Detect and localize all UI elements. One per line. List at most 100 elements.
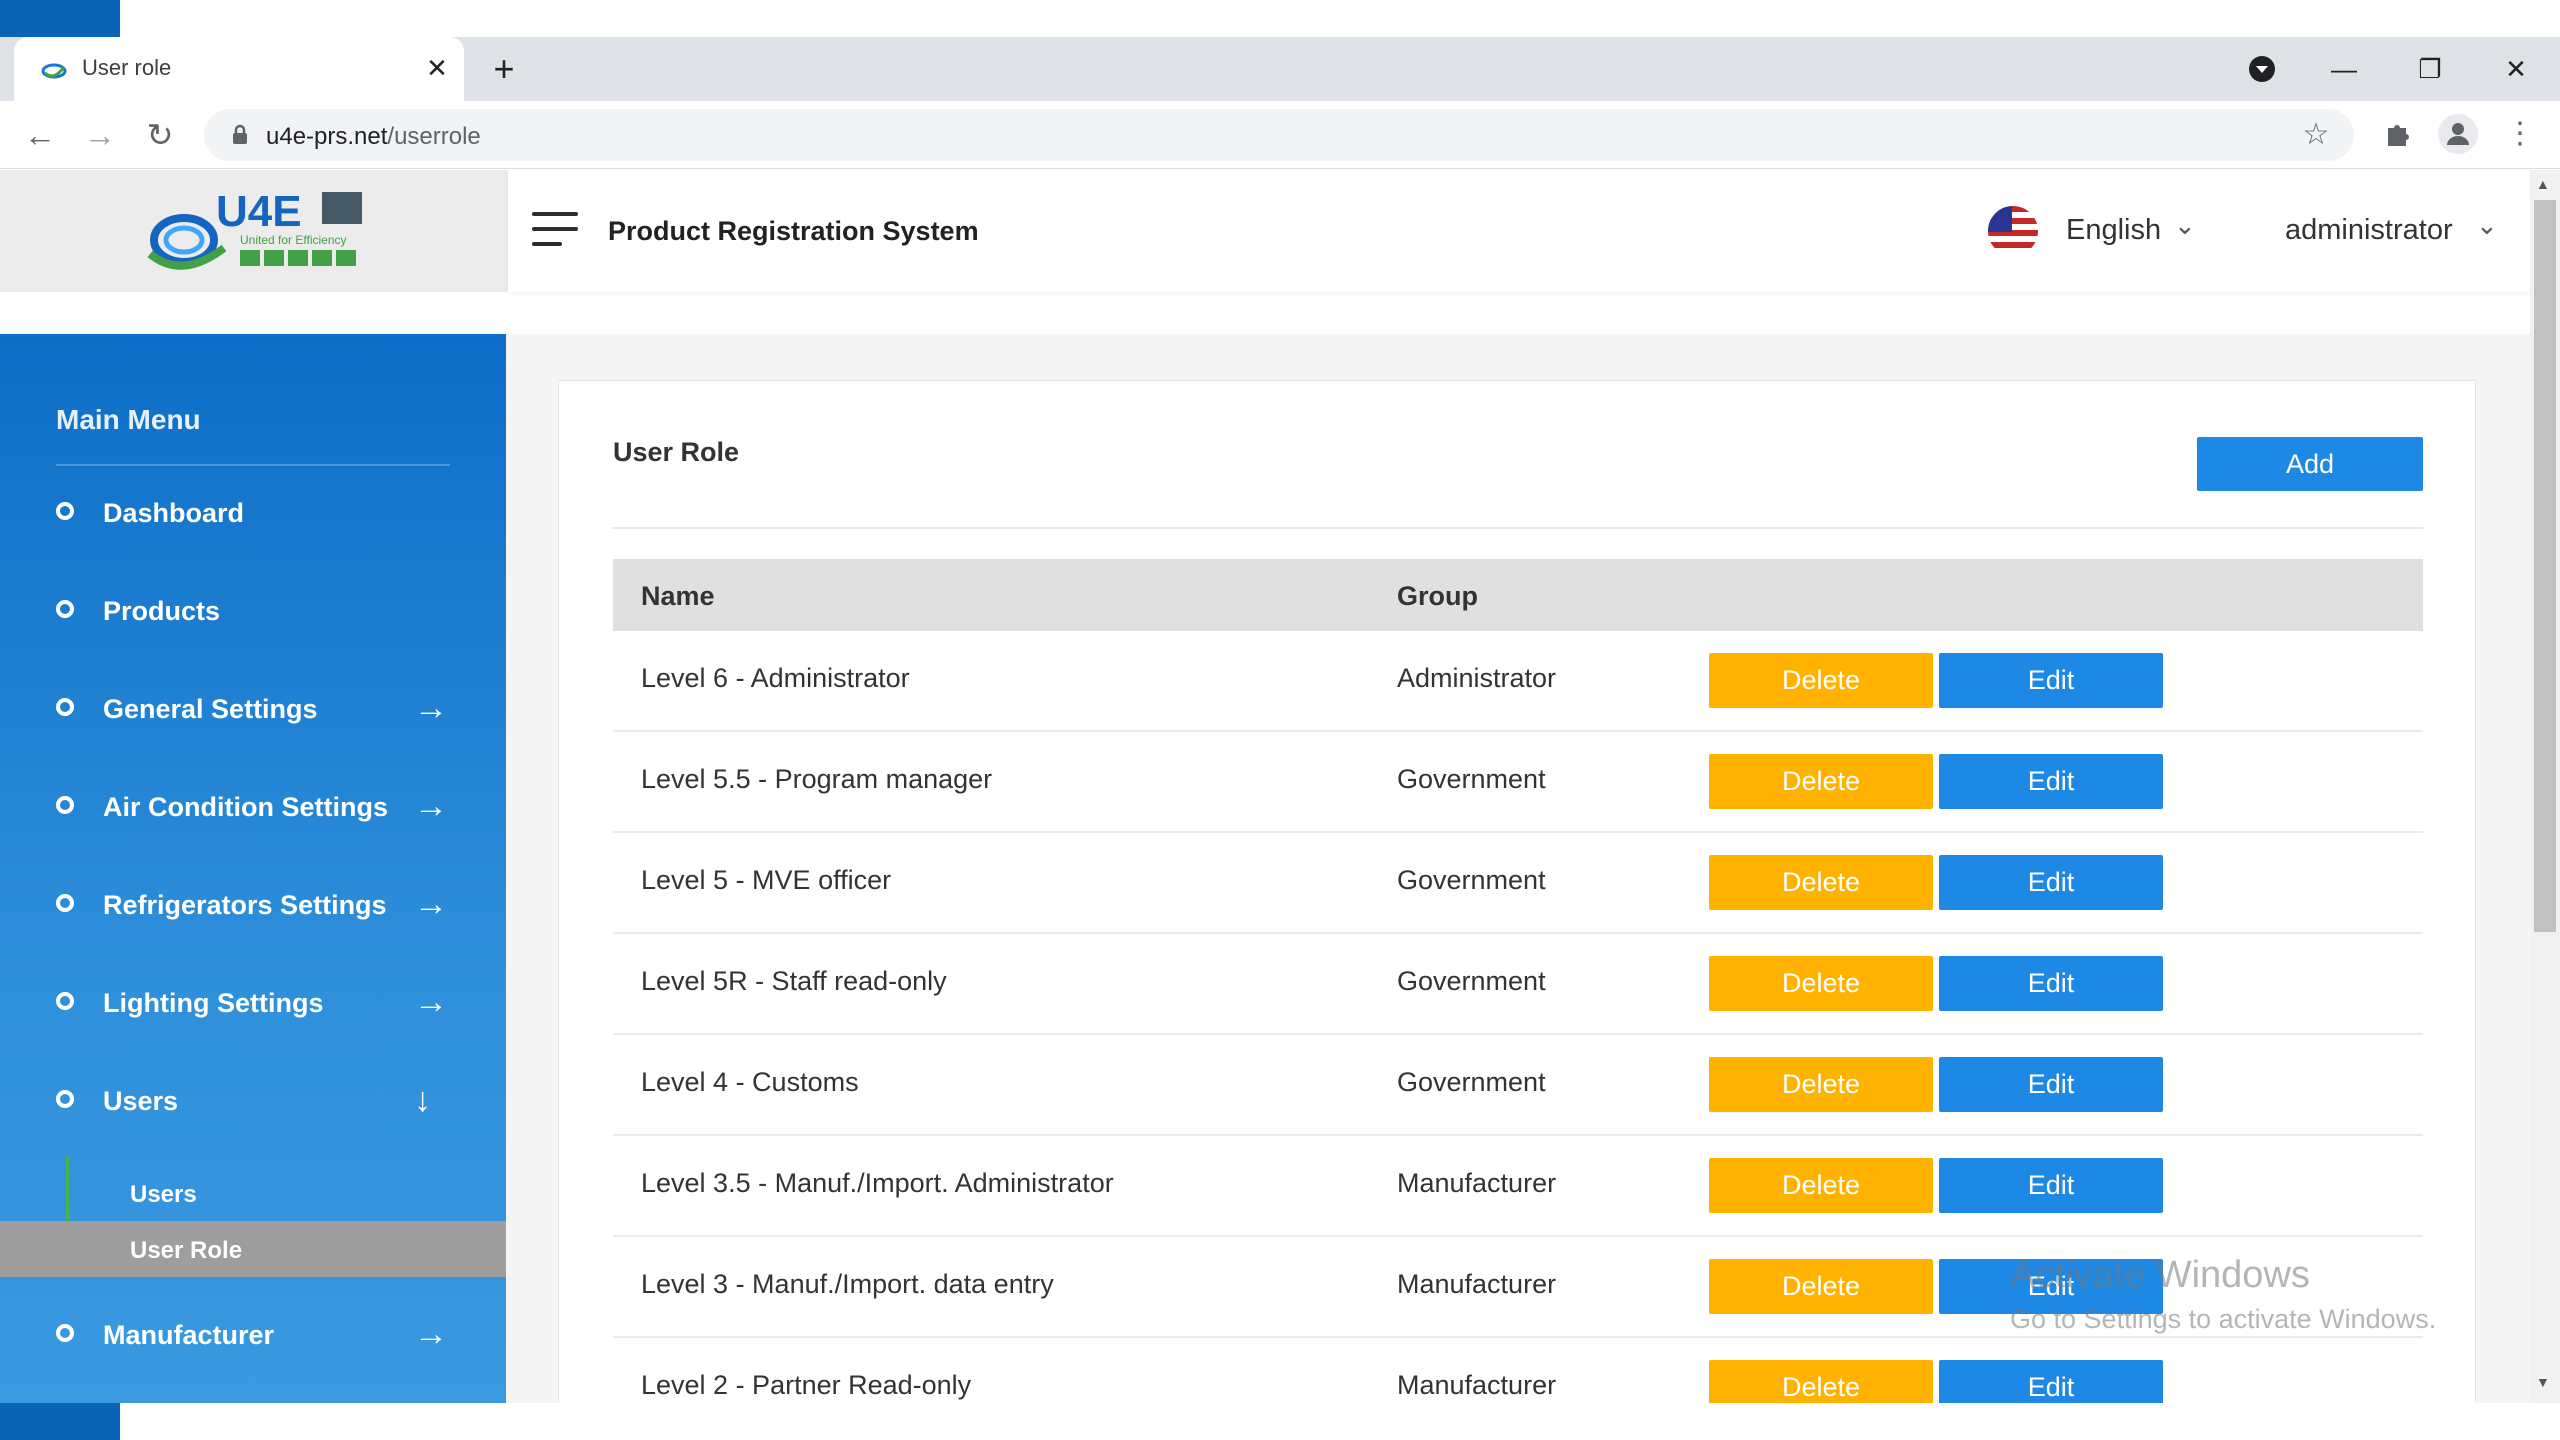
delete-button[interactable]: Delete bbox=[1709, 1057, 1933, 1112]
table-row: Level 5 - MVE officer Government Delete … bbox=[613, 833, 2423, 934]
sidebar-item-label: General Settings bbox=[103, 694, 318, 724]
forward-icon[interactable]: → bbox=[80, 115, 120, 155]
role-group: Administrator bbox=[1397, 663, 1557, 693]
minimize-icon[interactable]: — bbox=[2322, 49, 2366, 89]
role-name: Level 6 - Administrator bbox=[641, 663, 910, 693]
scroll-down-icon[interactable]: ▼ bbox=[2536, 1374, 2550, 1390]
lock-icon bbox=[233, 124, 247, 144]
edit-button[interactable]: Edit bbox=[1939, 754, 2163, 809]
arrow-down-icon: ↓ bbox=[414, 1081, 431, 1119]
arrow-right-icon: → bbox=[414, 787, 448, 825]
edit-button[interactable]: Edit bbox=[1939, 956, 2163, 1011]
bullet-icon bbox=[56, 992, 74, 1010]
sidebar-subitem-label: Users bbox=[130, 1181, 197, 1208]
logo-text: U4E bbox=[216, 187, 302, 236]
logo-area: U4E United for Efficiency bbox=[0, 170, 508, 292]
column-header-name: Name bbox=[641, 581, 715, 611]
activate-windows-watermark: Activate Windows bbox=[2010, 1254, 2310, 1296]
role-group: Government bbox=[1397, 764, 1546, 794]
delete-button[interactable]: Delete bbox=[1709, 1158, 1933, 1213]
close-window-icon[interactable]: ✕ bbox=[2494, 49, 2538, 89]
back-icon[interactable]: ← bbox=[20, 115, 60, 155]
bullet-icon bbox=[56, 1324, 74, 1342]
browser-tab-strip: User role ✕ + — ❐ ✕ bbox=[0, 37, 2560, 101]
app-header: Product Registration System English ⌄ ad… bbox=[508, 170, 2530, 292]
language-selector[interactable]: English bbox=[2066, 214, 2161, 247]
sidebar-item-air-condition-settings[interactable]: Air Condition Settings → bbox=[0, 759, 506, 857]
scroll-up-icon[interactable]: ▲ bbox=[2536, 176, 2550, 192]
role-group: Government bbox=[1397, 865, 1546, 895]
new-tab-icon[interactable]: + bbox=[484, 49, 524, 89]
u4e-logo[interactable]: U4E United for Efficiency bbox=[142, 184, 372, 284]
sidebar-item-lighting-settings[interactable]: Lighting Settings → bbox=[0, 955, 506, 1053]
scrollbar-thumb[interactable] bbox=[2534, 200, 2556, 932]
sidebar-subitem-label: User Role bbox=[130, 1237, 243, 1264]
edit-button[interactable]: Edit bbox=[1939, 1057, 2163, 1112]
hamburger-menu-icon[interactable] bbox=[532, 212, 578, 250]
bullet-icon bbox=[56, 796, 74, 814]
delete-button[interactable]: Delete bbox=[1709, 653, 1933, 708]
address-bar[interactable]: u4e-prs.net/userrole ☆ bbox=[204, 109, 2354, 161]
delete-button[interactable]: Delete bbox=[1709, 956, 1933, 1011]
arrow-right-icon: → bbox=[414, 983, 448, 1021]
delete-button[interactable]: Delete bbox=[1709, 754, 1933, 809]
reload-icon[interactable]: ↻ bbox=[140, 115, 180, 155]
bullet-icon bbox=[56, 502, 74, 520]
page-title: User Role bbox=[613, 437, 740, 467]
sidebar-item-refrigerators-settings[interactable]: Refrigerators Settings → bbox=[0, 857, 506, 955]
add-button[interactable]: Add bbox=[2197, 437, 2423, 491]
edit-button[interactable]: Edit bbox=[1939, 653, 2163, 708]
sidebar-subitem-user-role[interactable]: User Role bbox=[0, 1221, 506, 1277]
edit-button[interactable]: Edit bbox=[1939, 1360, 2163, 1403]
arrow-right-icon: → bbox=[414, 689, 448, 727]
corner-decoration bbox=[0, 1403, 120, 1440]
delete-button[interactable]: Delete bbox=[1709, 1259, 1933, 1314]
chevron-down-icon[interactable]: ⌄ bbox=[2476, 210, 2498, 241]
edit-button[interactable]: Edit bbox=[1939, 855, 2163, 910]
arrow-right-icon: → bbox=[414, 1315, 448, 1353]
restore-icon[interactable]: ❐ bbox=[2408, 49, 2452, 89]
sidebar-item-label: Dashboard bbox=[103, 498, 245, 528]
sidebar-item-dashboard[interactable]: Dashboard bbox=[0, 465, 506, 563]
sidebar-item-users[interactable]: Users ↓ bbox=[0, 1053, 506, 1151]
edit-button[interactable]: Edit bbox=[1939, 1158, 2163, 1213]
url-text: u4e-prs.net/userrole bbox=[266, 123, 481, 150]
browser-menu-icon[interactable]: ⋮ bbox=[2500, 114, 2540, 154]
bullet-icon bbox=[56, 894, 74, 912]
app-title: Product Registration System bbox=[608, 216, 979, 246]
sidebar-item-label: Air Condition Settings bbox=[103, 792, 388, 822]
browser-toolbar: ← → ↻ u4e-prs.net/userrole ☆ bbox=[0, 101, 2560, 169]
table-row: Level 5.5 - Program manager Government D… bbox=[613, 732, 2423, 833]
sidebar-item-general-settings[interactable]: General Settings → bbox=[0, 661, 506, 759]
user-menu[interactable]: administrator bbox=[2285, 214, 2453, 247]
role-group: Government bbox=[1397, 1067, 1546, 1097]
tab-title: User role bbox=[82, 55, 172, 80]
browser-tab[interactable]: User role ✕ bbox=[14, 37, 464, 101]
role-name: Level 3.5 - Manuf./Import. Administrator bbox=[641, 1168, 1114, 1198]
user-role-card: User Role Add Name Group Level 6 - Admin… bbox=[558, 380, 2476, 1403]
role-group: Government bbox=[1397, 966, 1546, 996]
tab-search-icon[interactable] bbox=[2240, 49, 2284, 89]
delete-button[interactable]: Delete bbox=[1709, 1360, 1933, 1403]
extensions-puzzle-icon[interactable] bbox=[2378, 114, 2418, 154]
bookmark-star-icon[interactable]: ☆ bbox=[2298, 117, 2334, 153]
sidebar-item-manufacturer[interactable]: Manufacturer → bbox=[0, 1287, 506, 1385]
bullet-icon bbox=[56, 698, 74, 716]
role-group: Manufacturer bbox=[1397, 1370, 1557, 1400]
sidebar-subitem-users[interactable]: Users bbox=[0, 1165, 506, 1221]
logo-tagline: United for Efficiency bbox=[240, 233, 347, 247]
bullet-icon bbox=[56, 600, 74, 618]
table-header: Name Group bbox=[613, 559, 2423, 631]
profile-avatar-icon[interactable] bbox=[2438, 114, 2478, 154]
sidebar-item-products[interactable]: Products bbox=[0, 563, 506, 661]
sidebar-item-label: Lighting Settings bbox=[103, 988, 324, 1018]
role-group: Manufacturer bbox=[1397, 1269, 1557, 1299]
chevron-down-icon[interactable]: ⌄ bbox=[2174, 210, 2196, 241]
role-name: Level 4 - Customs bbox=[641, 1067, 859, 1097]
close-tab-icon[interactable]: ✕ bbox=[420, 51, 454, 85]
delete-button[interactable]: Delete bbox=[1709, 855, 1933, 910]
us-flag-icon[interactable] bbox=[1988, 206, 2038, 256]
sidebar: Main Menu Dashboard Products General Set… bbox=[0, 334, 506, 1403]
sidebar-item-label: Refrigerators Settings bbox=[103, 890, 387, 920]
arrow-right-icon: → bbox=[414, 885, 448, 923]
